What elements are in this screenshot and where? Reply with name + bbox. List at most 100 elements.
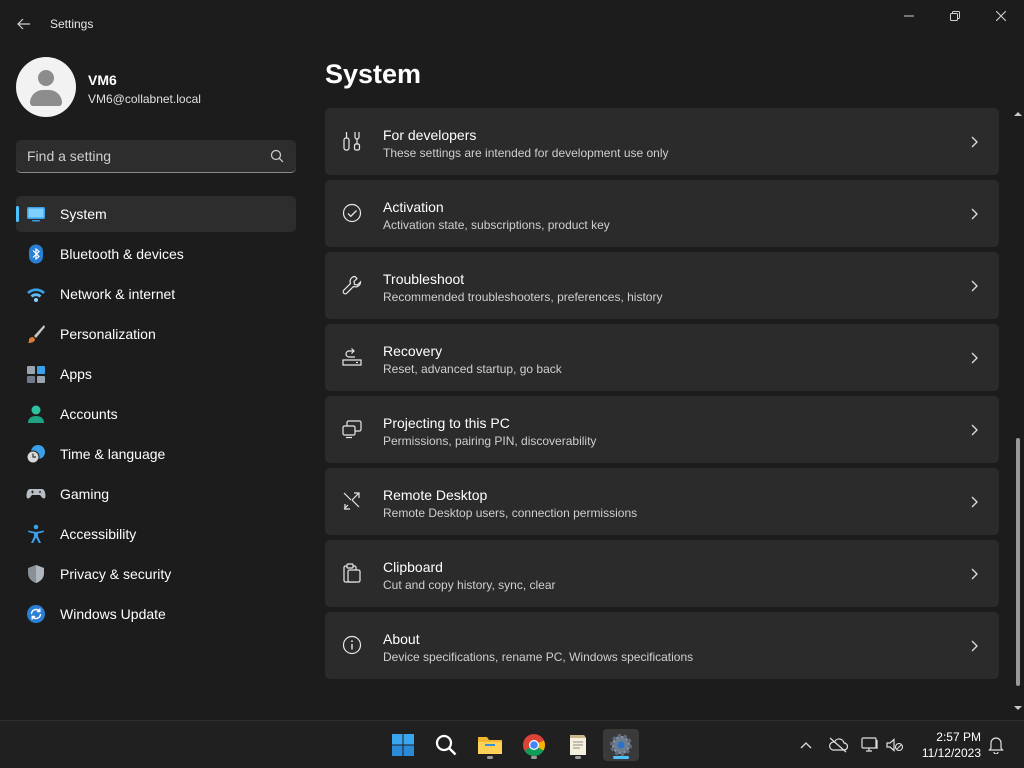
minimize-button[interactable] — [886, 0, 932, 32]
chevron-right-icon — [971, 640, 978, 652]
setting-card-subtitle: Recommended troubleshooters, preferences… — [383, 290, 663, 304]
taskbar-start-button[interactable] — [385, 729, 421, 761]
setting-card-projecting[interactable]: Projecting to this PC Permissions, pairi… — [325, 396, 999, 463]
taskbar-search-button[interactable] — [428, 729, 464, 761]
sidebar-item-privacy-security[interactable]: Privacy & security — [16, 556, 296, 592]
scroll-up-arrow-icon[interactable] — [1014, 110, 1022, 118]
taskbar: 2:57 PM 11/12/2023 — [0, 720, 1024, 768]
sidebar-item-accessibility[interactable]: Accessibility — [16, 516, 296, 552]
tray-network[interactable] — [860, 735, 880, 755]
app-title: Settings — [50, 17, 94, 31]
setting-card-clipboard[interactable]: Clipboard Cut and copy history, sync, cl… — [325, 540, 999, 607]
settings-list: For developers These settings are intend… — [325, 108, 999, 684]
taskbar-chrome[interactable] — [516, 729, 552, 761]
search-input[interactable] — [16, 140, 266, 172]
notifications-button[interactable] — [986, 735, 1006, 755]
restore-button[interactable] — [932, 0, 978, 32]
chevron-right-icon — [971, 136, 978, 148]
minimize-icon — [904, 15, 914, 17]
setting-card-subtitle: Device specifications, rename PC, Window… — [383, 650, 694, 664]
setting-card-subtitle: Reset, advanced startup, go back — [383, 362, 562, 376]
setting-card-title: Projecting to this PC — [383, 415, 510, 431]
developer-tools-icon — [343, 132, 361, 151]
clock-time: 2:57 PM — [936, 730, 981, 744]
avatar — [16, 57, 76, 117]
setting-card-title: Activation — [383, 199, 444, 215]
chevron-up-icon — [800, 742, 812, 749]
sidebar-nav: System Bluetooth & devices Network & int… — [16, 196, 296, 636]
shield-icon — [28, 565, 44, 583]
sidebar-item-personalization[interactable]: Personalization — [16, 316, 296, 352]
running-indicator — [531, 756, 537, 759]
bell-icon — [988, 737, 1004, 754]
vertical-scrollbar[interactable] — [1012, 108, 1024, 720]
profile-name: VM6 — [88, 72, 117, 88]
avatar-body-shape — [30, 90, 62, 106]
setting-card-remote-desktop[interactable]: Remote Desktop Remote Desktop users, con… — [325, 468, 999, 535]
clock-globe-icon — [26, 445, 45, 464]
taskbar-notepad[interactable] — [560, 729, 596, 761]
sidebar-item-gaming[interactable]: Gaming — [16, 476, 296, 512]
bluetooth-icon — [29, 244, 43, 264]
chevron-right-icon — [971, 280, 978, 292]
scrollbar-thumb[interactable] — [1016, 438, 1020, 686]
sidebar-item-label: Network & internet — [60, 286, 176, 302]
avatar-head-shape — [38, 70, 54, 86]
sidebar-item-system[interactable]: System — [16, 196, 296, 232]
tray-volume[interactable] — [885, 735, 905, 755]
setting-card-about[interactable]: About Device specifications, rename PC, … — [325, 612, 999, 679]
taskbar-settings[interactable] — [603, 729, 639, 761]
sidebar-item-label: Time & language — [60, 446, 166, 462]
active-indicator — [613, 756, 629, 759]
info-icon — [342, 635, 362, 655]
user-profile[interactable]: VM6 VM6@collabnet.local — [16, 57, 296, 117]
sidebar-item-network[interactable]: Network & internet — [16, 276, 296, 312]
clipboard-icon — [343, 563, 361, 583]
sidebar-item-windows-update[interactable]: Windows Update — [16, 596, 296, 632]
gamepad-icon — [26, 489, 46, 499]
sidebar-item-label: Gaming — [60, 486, 110, 502]
taskbar-file-explorer[interactable] — [472, 729, 508, 761]
arrow-left-icon — [17, 18, 30, 30]
chevron-right-icon — [971, 496, 978, 508]
search-icon[interactable] — [270, 149, 284, 163]
remote-desktop-icon — [343, 492, 360, 510]
chevron-right-icon — [971, 568, 978, 580]
projector-icon — [342, 420, 362, 439]
clock-date: 11/12/2023 — [921, 746, 981, 760]
file-explorer-icon — [478, 737, 502, 754]
setting-card-recovery[interactable]: Recovery Reset, advanced startup, go bac… — [325, 324, 999, 391]
brush-icon — [28, 325, 45, 343]
sidebar-item-accounts[interactable]: Accounts — [16, 396, 296, 432]
close-button[interactable] — [978, 0, 1024, 32]
volume-muted-icon — [886, 738, 904, 752]
settings-gear-icon — [610, 734, 632, 756]
setting-card-activation[interactable]: Activation Activation state, subscriptio… — [325, 180, 999, 247]
sidebar-item-label: Apps — [60, 366, 92, 382]
profile-email: VM6@collabnet.local — [88, 92, 201, 106]
title-bar: Settings — [0, 0, 1024, 48]
setting-card-subtitle: Permissions, pairing PIN, discoverabilit… — [383, 434, 597, 448]
sidebar-item-apps[interactable]: Apps — [16, 356, 296, 392]
check-circle-icon — [342, 203, 362, 223]
scroll-down-arrow-icon[interactable] — [1014, 704, 1022, 712]
setting-card-for-developers[interactable]: For developers These settings are intend… — [325, 108, 999, 175]
page-title: System — [325, 59, 422, 89]
sidebar-item-bluetooth[interactable]: Bluetooth & devices — [16, 236, 296, 272]
accessibility-icon — [28, 524, 44, 543]
recovery-icon — [342, 348, 362, 366]
tray-overflow-button[interactable] — [796, 735, 816, 755]
chevron-right-icon — [971, 352, 978, 364]
wrench-icon — [342, 275, 362, 295]
sidebar-item-time-language[interactable]: Time & language — [16, 436, 296, 472]
setting-card-troubleshoot[interactable]: Troubleshoot Recommended troubleshooters… — [325, 252, 999, 319]
taskbar-clock[interactable]: 2:57 PM 11/12/2023 — [915, 729, 981, 761]
chevron-right-icon — [971, 424, 978, 436]
setting-card-subtitle: These settings are intended for developm… — [383, 146, 669, 160]
back-button[interactable] — [10, 10, 38, 38]
sidebar-item-label: Accessibility — [60, 526, 137, 542]
tray-onedrive[interactable] — [828, 735, 848, 755]
sidebar-item-label: Bluetooth & devices — [60, 246, 184, 262]
setting-card-subtitle: Remote Desktop users, connection permiss… — [383, 506, 638, 520]
sidebar-item-label: Accounts — [60, 406, 118, 422]
